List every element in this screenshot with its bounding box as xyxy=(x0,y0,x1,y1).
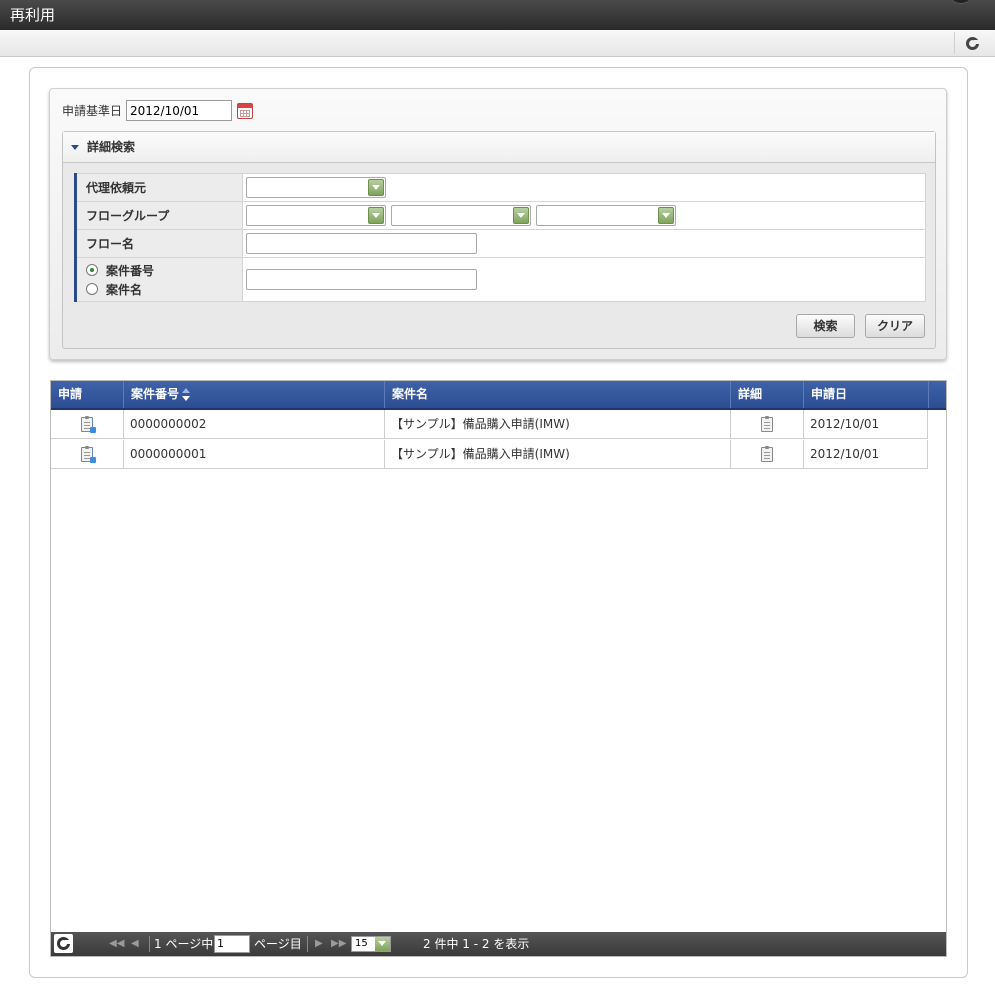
matter-number-label: 案件番号 xyxy=(106,263,155,278)
window-titlebar: 再利用 xyxy=(0,0,995,30)
page-number-input[interactable] xyxy=(214,935,250,953)
date-input[interactable] xyxy=(126,100,233,121)
matter-name-cell: 【サンプル】備品購入申請(IMW) xyxy=(385,410,731,439)
matter-number-radio[interactable] xyxy=(86,264,98,276)
flow-group-select-2[interactable] xyxy=(390,205,531,226)
flow-group-select-1[interactable] xyxy=(246,205,386,226)
flow-group-select-3[interactable] xyxy=(535,205,676,226)
pager-reload-button[interactable] xyxy=(54,934,73,953)
refresh-icon xyxy=(57,937,71,950)
column-matter-number[interactable]: 案件番号 xyxy=(124,381,385,408)
clipboard-icon[interactable] xyxy=(761,446,773,462)
apply-cell xyxy=(51,410,124,439)
flow-name-label: フロー名 xyxy=(74,229,243,258)
detail-cell xyxy=(731,410,804,439)
next-page-icon[interactable]: ▶ xyxy=(315,932,323,956)
flow-group-label: フローグループ xyxy=(74,201,243,230)
column-apply: 申請 xyxy=(51,381,124,408)
chevron-down-icon xyxy=(512,207,529,224)
window-title: 再利用 xyxy=(10,6,56,24)
matter-name-label: 案件名 xyxy=(106,282,143,297)
condition-table: 代理依頼元 フローグループ フロー名 案件番号 案件名 xyxy=(74,173,926,302)
last-page-icon[interactable]: ▶▶ xyxy=(331,932,346,956)
matter-input[interactable] xyxy=(246,269,477,290)
matter-name-radio[interactable] xyxy=(86,283,98,295)
apply-document-icon[interactable] xyxy=(81,446,96,463)
column-apply-date: 申請日 xyxy=(804,381,929,408)
proxy-label: 代理依頼元 xyxy=(74,173,243,202)
pager-bar: ◀◀ ◀ 1 ページ中 ページ目 ▶ ▶▶ 15 2 件中 1 - 2 を表示 xyxy=(51,932,946,956)
toolbar-refresh-button[interactable] xyxy=(954,32,989,54)
pager-divider xyxy=(307,936,308,952)
detail-search-toggle[interactable]: 詳細検索 xyxy=(63,132,935,163)
chevron-down-icon xyxy=(375,937,390,951)
matter-name-cell: 【サンプル】備品購入申請(IMW) xyxy=(385,440,731,469)
chevron-down-icon xyxy=(368,179,384,196)
rows-per-page-select[interactable]: 15 xyxy=(351,936,391,952)
detail-search-title: 詳細検索 xyxy=(87,140,136,154)
result-grid: 申請 案件番号 案件名 詳細 申請日 0000000002 【サンプル】備品購入… xyxy=(50,380,947,957)
search-button[interactable]: 検索 xyxy=(796,314,855,338)
flow-name-input[interactable] xyxy=(246,233,477,254)
page-prefix: 1 ページ中 xyxy=(154,937,214,951)
clear-button[interactable]: クリア xyxy=(865,314,925,338)
date-label: 申請基準日 xyxy=(62,104,123,118)
calendar-icon[interactable] xyxy=(237,102,254,119)
clipboard-icon[interactable] xyxy=(761,416,773,432)
column-detail: 詳細 xyxy=(731,381,804,408)
sort-icon xyxy=(182,387,191,402)
detail-search-box: 詳細検索 代理依頼元 フローグループ フロー名 案件番号 案件名 検索 クリア xyxy=(62,131,936,349)
apply-cell xyxy=(51,440,124,469)
apply-document-icon[interactable] xyxy=(81,416,96,433)
first-page-icon[interactable]: ◀◀ xyxy=(109,932,124,956)
toolbar xyxy=(0,30,995,57)
detail-cell xyxy=(731,440,804,469)
proxy-select[interactable] xyxy=(246,177,386,198)
page-suffix: ページ目 xyxy=(254,937,302,951)
chevron-down-icon xyxy=(368,207,384,224)
matter-type-cell: 案件番号 案件名 xyxy=(74,257,243,302)
table-row: 0000000002 【サンプル】備品購入申請(IMW) 2012/10/01 xyxy=(51,410,928,439)
column-matter-name: 案件名 xyxy=(385,381,731,408)
titlebar-corner-decoration xyxy=(947,0,975,4)
grid-header: 申請 案件番号 案件名 詳細 申請日 xyxy=(51,381,946,410)
date-row: 申請基準日 xyxy=(62,100,254,121)
search-panel: 申請基準日 詳細検索 代理依頼元 フローグループ xyxy=(49,88,947,360)
prev-page-icon[interactable]: ◀ xyxy=(131,932,139,956)
apply-date-cell: 2012/10/01 xyxy=(804,410,928,439)
pager-summary: 2 件中 1 - 2 を表示 xyxy=(423,937,530,951)
apply-date-cell: 2012/10/01 xyxy=(804,440,928,469)
chevron-down-icon xyxy=(657,207,674,224)
triangle-down-icon xyxy=(71,145,79,150)
refresh-icon xyxy=(965,36,980,50)
matter-number-cell: 0000000002 xyxy=(124,410,385,439)
pager-divider xyxy=(149,936,150,952)
table-row: 0000000001 【サンプル】備品購入申請(IMW) 2012/10/01 xyxy=(51,440,928,469)
matter-number-cell: 0000000001 xyxy=(124,440,385,469)
